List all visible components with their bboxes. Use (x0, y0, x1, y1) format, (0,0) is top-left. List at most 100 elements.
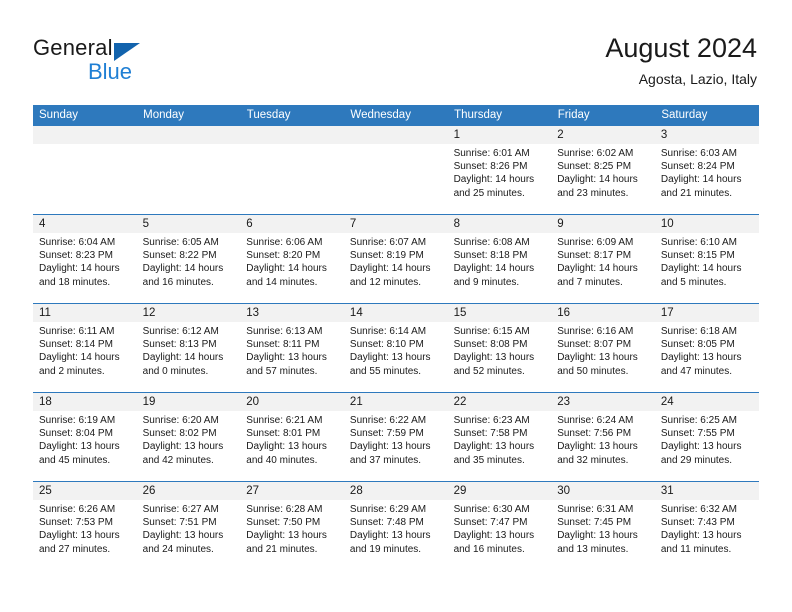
day-cell[interactable]: 6 Sunrise: 6:06 AM Sunset: 8:20 PM Daylight… (240, 214, 344, 304)
sunset-text: Sunset: 8:07 PM (557, 339, 632, 351)
daylight-text-line2: and 57 minutes. (246, 365, 318, 377)
day-cell[interactable]: 23 Sunrise: 6:24 AM Sunset: 7:56 PM Dayligh… (551, 392, 655, 482)
day-number: 25 (33, 482, 137, 500)
day-number: 8 (447, 215, 552, 233)
day-number (343, 126, 448, 144)
day-number: 17 (654, 304, 759, 322)
daylight-text-line1: Daylight: 13 hours (246, 530, 327, 542)
day-cell[interactable]: 10 Sunrise: 6:10 AM Sunset: 8:15 PM Dayligh… (654, 214, 759, 304)
day-cell[interactable] (33, 125, 137, 215)
daylight-text-line2: and 45 minutes. (39, 454, 111, 466)
day-cell[interactable]: 19 Sunrise: 6:20 AM Sunset: 8:02 PM Dayligh… (136, 392, 241, 482)
day-details: Sunrise: 6:08 AM Sunset: 8:18 PM Daylight:… (448, 233, 552, 289)
day-cell[interactable]: 26 Sunrise: 6:27 AM Sunset: 7:51 PM Dayligh… (136, 481, 241, 571)
daylight-text-line1: Daylight: 14 hours (349, 263, 431, 275)
sunrise-text: Sunrise: 6:25 AM (660, 415, 737, 426)
sunset-text: Sunset: 7:50 PM (246, 517, 321, 529)
day-cell[interactable]: 18 Sunrise: 6:19 AM Sunset: 8:04 PM Dayligh… (33, 392, 137, 482)
sunset-text: Sunset: 8:19 PM (349, 250, 424, 262)
general-blue-logo[interactable]: General Blue (33, 35, 203, 91)
daylight-text-line2: and 23 minutes. (557, 187, 629, 199)
sunrise-text: Sunrise: 6:24 AM (557, 415, 634, 426)
day-details: Sunrise: 6:22 AM Sunset: 7:59 PM Daylight:… (344, 411, 448, 467)
day-cell[interactable]: 21 Sunrise: 6:22 AM Sunset: 7:59 PM Dayligh… (343, 392, 448, 482)
day-cell[interactable]: 27 Sunrise: 6:28 AM Sunset: 7:50 PM Dayligh… (240, 481, 344, 571)
sunset-text: Sunset: 7:45 PM (557, 517, 632, 529)
day-cell[interactable]: 16 Sunrise: 6:16 AM Sunset: 8:07 PM Dayligh… (551, 303, 655, 393)
day-details: Sunrise: 6:05 AM Sunset: 8:22 PM Daylight:… (137, 233, 241, 289)
day-details: Sunrise: 6:16 AM Sunset: 8:07 PM Daylight:… (551, 322, 655, 378)
day-number: 26 (136, 482, 241, 500)
day-cell[interactable] (343, 125, 448, 215)
day-cell[interactable]: 9 Sunrise: 6:09 AM Sunset: 8:17 PM Daylight… (551, 214, 655, 304)
weekday-header-row: Sunday Monday Tuesday Wednesday Thursday… (33, 105, 759, 126)
sunset-text: Sunset: 8:05 PM (660, 339, 735, 351)
sunrise-text: Sunrise: 6:26 AM (39, 504, 116, 515)
day-cell[interactable]: 2 Sunrise: 6:02 AM Sunset: 8:25 PM Daylight… (551, 125, 655, 215)
day-number: 4 (33, 215, 137, 233)
day-details: Sunrise: 6:10 AM Sunset: 8:15 PM Daylight:… (655, 233, 759, 289)
calendar-grid: Sunday Monday Tuesday Wednesday Thursday… (33, 105, 759, 571)
day-cell[interactable]: 25 Sunrise: 6:26 AM Sunset: 7:53 PM Dayligh… (33, 481, 137, 571)
day-details: Sunrise: 6:09 AM Sunset: 8:17 PM Daylight:… (551, 233, 655, 289)
day-number (240, 126, 344, 144)
sunset-text: Sunset: 8:15 PM (660, 250, 735, 262)
day-cell[interactable]: 22 Sunrise: 6:23 AM Sunset: 7:58 PM Dayligh… (447, 392, 552, 482)
sunrise-text: Sunrise: 6:32 AM (660, 504, 737, 515)
day-cell[interactable]: 3 Sunrise: 6:03 AM Sunset: 8:24 PM Daylight… (654, 125, 759, 215)
day-details: Sunrise: 6:15 AM Sunset: 8:08 PM Daylight:… (448, 322, 552, 378)
daylight-text-line2: and 55 minutes. (349, 365, 422, 377)
day-number: 28 (343, 482, 448, 500)
day-number: 1 (447, 126, 552, 144)
sunset-text: Sunset: 7:55 PM (660, 428, 735, 440)
day-cell[interactable] (136, 125, 241, 215)
day-number: 14 (343, 304, 448, 322)
day-cell[interactable]: 15 Sunrise: 6:15 AM Sunset: 8:08 PM Dayligh… (447, 303, 552, 393)
day-cell[interactable]: 24 Sunrise: 6:25 AM Sunset: 7:55 PM Dayligh… (654, 392, 759, 482)
sunrise-text: Sunrise: 6:31 AM (557, 504, 634, 515)
day-details: Sunrise: 6:14 AM Sunset: 8:10 PM Daylight:… (344, 322, 448, 378)
weekday-header-saturday: Saturday (654, 105, 759, 126)
day-cell[interactable]: 5 Sunrise: 6:05 AM Sunset: 8:22 PM Daylight… (136, 214, 241, 304)
sunrise-text: Sunrise: 6:30 AM (453, 504, 530, 515)
daylight-text-line2: and 18 minutes. (39, 276, 111, 288)
sunset-text: Sunset: 8:01 PM (246, 428, 321, 440)
day-cell[interactable]: 30 Sunrise: 6:31 AM Sunset: 7:45 PM Dayligh… (551, 481, 655, 571)
sunrise-text: Sunrise: 6:06 AM (246, 237, 323, 248)
day-cell[interactable]: 20 Sunrise: 6:21 AM Sunset: 8:01 PM Dayligh… (240, 392, 344, 482)
sunrise-text: Sunrise: 6:18 AM (660, 326, 737, 337)
day-cell[interactable]: 14 Sunrise: 6:14 AM Sunset: 8:10 PM Dayligh… (343, 303, 448, 393)
day-cell[interactable]: 4 Sunrise: 6:04 AM Sunset: 8:23 PM Daylight… (33, 214, 137, 304)
day-cell[interactable]: 1 Sunrise: 6:01 AM Sunset: 8:26 PM Daylight… (447, 125, 552, 215)
day-details: Sunrise: 6:11 AM Sunset: 8:14 PM Daylight:… (33, 322, 137, 378)
day-cell[interactable]: 29 Sunrise: 6:30 AM Sunset: 7:47 PM Dayligh… (447, 481, 552, 571)
day-cell[interactable]: 13 Sunrise: 6:13 AM Sunset: 8:11 PM Dayligh… (240, 303, 344, 393)
weekday-header-monday: Monday (136, 105, 241, 126)
day-cell[interactable]: 28 Sunrise: 6:29 AM Sunset: 7:48 PM Dayligh… (343, 481, 448, 571)
day-number: 12 (136, 304, 241, 322)
day-details: Sunrise: 6:26 AM Sunset: 7:53 PM Daylight:… (33, 500, 137, 556)
day-cell[interactable]: 8 Sunrise: 6:08 AM Sunset: 8:18 PM Daylight… (447, 214, 552, 304)
week-row: 25 Sunrise: 6:26 AM Sunset: 7:53 PM Dayligh… (33, 481, 759, 571)
sunrise-text: Sunrise: 6:04 AM (39, 237, 116, 248)
daylight-text-line2: and 29 minutes. (660, 454, 733, 466)
sunset-text: Sunset: 7:51 PM (142, 517, 217, 529)
weekday-header-friday: Friday (551, 105, 656, 126)
day-cell[interactable]: 31 Sunrise: 6:32 AM Sunset: 7:43 PM Dayligh… (654, 481, 759, 571)
sunset-text: Sunset: 8:23 PM (39, 250, 113, 262)
day-cell[interactable]: 7 Sunrise: 6:07 AM Sunset: 8:19 PM Daylight… (343, 214, 448, 304)
day-cell[interactable] (240, 125, 344, 215)
day-cell[interactable]: 11 Sunrise: 6:11 AM Sunset: 8:14 PM Dayligh… (33, 303, 137, 393)
sunrise-text: Sunrise: 6:02 AM (557, 148, 634, 159)
week-row: 4 Sunrise: 6:04 AM Sunset: 8:23 PM Daylight… (33, 214, 759, 304)
day-number: 19 (136, 393, 241, 411)
daylight-text-line2: and 25 minutes. (453, 187, 525, 199)
logo-text-blue: Blue (88, 59, 133, 84)
day-cell[interactable]: 17 Sunrise: 6:18 AM Sunset: 8:05 PM Dayligh… (654, 303, 759, 393)
daylight-text-line1: Daylight: 13 hours (557, 441, 638, 453)
page-header: General Blue August 2024 Agosta, Lazio, … (0, 0, 792, 104)
day-details: Sunrise: 6:21 AM Sunset: 8:01 PM Daylight:… (240, 411, 344, 467)
daylight-text-line1: Daylight: 14 hours (557, 174, 638, 186)
daylight-text-line1: Daylight: 13 hours (660, 441, 742, 453)
day-cell[interactable]: 12 Sunrise: 6:12 AM Sunset: 8:13 PM Dayligh… (136, 303, 241, 393)
